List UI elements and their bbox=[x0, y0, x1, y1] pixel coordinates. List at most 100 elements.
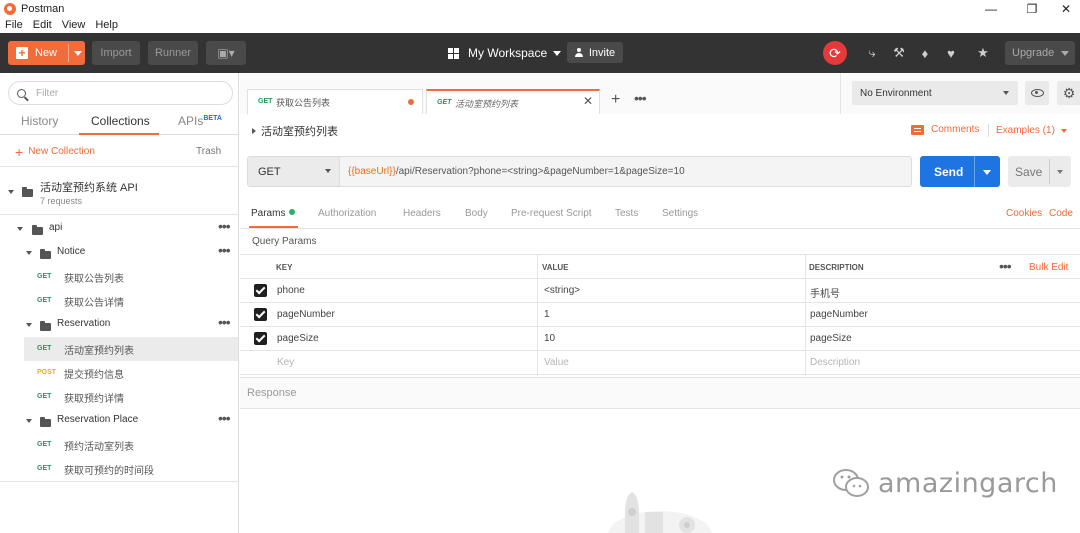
collection-name: 活动室预约系统 API bbox=[40, 182, 138, 194]
examples-dropdown[interactable]: Examples (1) bbox=[996, 125, 1067, 136]
bell-icon[interactable]: ♦ bbox=[917, 45, 933, 61]
more-options-icon[interactable]: ••• bbox=[218, 218, 231, 234]
runner-button[interactable]: Runner bbox=[148, 41, 198, 65]
url-input[interactable]: {{baseUrl}}/api/Reservation?phone=<strin… bbox=[348, 166, 685, 177]
tab-tests[interactable]: Tests bbox=[615, 208, 638, 219]
checkbox-checked[interactable] bbox=[254, 332, 267, 345]
minimize-icon[interactable]: — bbox=[973, 0, 1009, 17]
environment-quick-look-button[interactable] bbox=[1025, 81, 1049, 105]
menu-view[interactable]: View bbox=[62, 19, 86, 31]
wrench-icon[interactable]: ⚒ bbox=[891, 45, 907, 61]
tab-params[interactable]: Params bbox=[251, 208, 296, 219]
send-button[interactable]: Send bbox=[920, 156, 1000, 187]
more-options-icon[interactable]: ••• bbox=[218, 410, 231, 426]
more-options-icon[interactable]: ••• bbox=[218, 242, 231, 258]
satellite-icon[interactable]: ⤷ bbox=[864, 45, 880, 61]
new-button[interactable]: + New bbox=[8, 41, 85, 65]
upgrade-button[interactable]: Upgrade bbox=[1005, 41, 1075, 65]
close-window-icon[interactable]: ✕ bbox=[1048, 0, 1080, 17]
comments-button[interactable]: Comments bbox=[911, 124, 979, 135]
new-dropdown-chevron-icon[interactable] bbox=[74, 51, 82, 56]
filter-input[interactable]: Filter bbox=[8, 81, 233, 105]
request-item[interactable]: POST 提交预约信息 bbox=[24, 361, 238, 385]
code-link[interactable]: Code bbox=[1049, 208, 1073, 219]
workspace-selector[interactable]: My Workspace bbox=[448, 44, 562, 62]
key-input[interactable]: Key bbox=[277, 357, 294, 368]
request-tab-active[interactable]: GET 活动室预约列表 ✕ bbox=[426, 89, 600, 114]
request-tab[interactable]: GET 获取公告列表 bbox=[247, 89, 423, 114]
value-input[interactable]: Value bbox=[544, 357, 569, 368]
new-window-button[interactable]: ▣▾ bbox=[206, 41, 246, 65]
upgrade-label: Upgrade bbox=[1012, 47, 1055, 59]
tab-apis[interactable]: APIsBETA bbox=[178, 114, 222, 128]
invite-button[interactable]: Invite bbox=[567, 42, 623, 63]
method-badge: GET bbox=[437, 99, 452, 106]
plus-icon: + bbox=[16, 47, 28, 59]
param-key[interactable]: pageSize bbox=[277, 333, 319, 344]
request-tabs-bar: GET 获取公告列表 GET 活动室预约列表 ✕ bbox=[240, 73, 840, 114]
chevron-down-icon[interactable] bbox=[8, 190, 14, 194]
more-tabs-icon[interactable]: ••• bbox=[634, 90, 647, 106]
url-path: /api/Reservation?phone=<string>&pageNumb… bbox=[395, 166, 685, 177]
request-item[interactable]: GET 获取可预约的时间段 bbox=[24, 457, 238, 481]
active-tab-indicator bbox=[79, 133, 159, 135]
request-name: 预约活动室列表 bbox=[64, 442, 134, 453]
request-item[interactable]: GET 获取公告列表 bbox=[24, 265, 238, 289]
param-key[interactable]: phone bbox=[277, 285, 305, 296]
tab-pre-request-script[interactable]: Pre-request Script bbox=[511, 208, 592, 219]
close-tab-icon[interactable]: ✕ bbox=[583, 94, 593, 108]
method-badge: GET bbox=[37, 393, 52, 400]
send-dropdown-chevron-icon[interactable] bbox=[983, 170, 991, 175]
environment-select[interactable]: No Environment bbox=[852, 81, 1018, 105]
param-value[interactable]: 10 bbox=[544, 333, 555, 344]
tab-body[interactable]: Body bbox=[465, 208, 488, 219]
more-options-icon[interactable]: ••• bbox=[999, 258, 1012, 274]
cookies-link[interactable]: Cookies bbox=[1006, 208, 1042, 219]
param-key[interactable]: pageNumber bbox=[277, 309, 335, 320]
folder-reservation-place[interactable]: Reservation Place ••• bbox=[0, 409, 238, 433]
menu-help[interactable]: Help bbox=[95, 19, 118, 31]
request-item[interactable]: GET 获取预约详情 bbox=[24, 385, 238, 409]
request-item[interactable]: GET 获取公告详情 bbox=[24, 289, 238, 313]
sync-icon[interactable]: ⟳ bbox=[823, 41, 847, 65]
tab-authorization[interactable]: Authorization bbox=[318, 208, 376, 219]
chevron-down-icon bbox=[26, 323, 32, 327]
checkbox-checked[interactable] bbox=[254, 308, 267, 321]
save-button[interactable]: Save bbox=[1008, 156, 1071, 187]
manage-environments-button[interactable]: ⚙ bbox=[1057, 81, 1080, 105]
new-collection-button[interactable]: + New Collection bbox=[15, 145, 95, 159]
request-item[interactable]: GET 预约活动室列表 bbox=[24, 433, 238, 457]
param-description[interactable]: pageNumber bbox=[810, 309, 868, 320]
more-options-icon[interactable]: ••• bbox=[218, 314, 231, 330]
profile-icon[interactable]: ★ bbox=[975, 45, 991, 61]
user-plus-icon bbox=[574, 48, 583, 57]
menu-file[interactable]: File bbox=[5, 19, 23, 31]
param-description[interactable]: pageSize bbox=[810, 333, 852, 344]
new-tab-plus-icon[interactable]: + bbox=[611, 91, 620, 109]
tab-settings[interactable]: Settings bbox=[662, 208, 698, 219]
query-params-title: Query Params bbox=[252, 236, 317, 247]
bulk-edit-link[interactable]: Bulk Edit bbox=[1029, 262, 1068, 273]
menu-edit[interactable]: Edit bbox=[33, 19, 52, 31]
folder-notice[interactable]: Notice ••• bbox=[0, 241, 238, 265]
checkbox-checked[interactable] bbox=[254, 284, 267, 297]
save-dropdown-chevron-icon[interactable] bbox=[1057, 170, 1063, 174]
folder-reservation[interactable]: Reservation ••• bbox=[0, 313, 238, 337]
import-button[interactable]: Import bbox=[92, 41, 140, 65]
divider bbox=[988, 124, 989, 137]
tab-headers[interactable]: Headers bbox=[403, 208, 441, 219]
method-select[interactable]: GET bbox=[248, 157, 340, 186]
tab-collections[interactable]: Collections bbox=[91, 114, 150, 128]
maximize-icon[interactable]: ❐ bbox=[1014, 0, 1050, 17]
folder-api[interactable]: api ••• bbox=[0, 217, 238, 241]
heart-icon[interactable]: ♥ bbox=[943, 45, 959, 61]
param-description[interactable]: 手机号 bbox=[810, 285, 840, 300]
request-item-active[interactable]: GET 活动室预约列表 bbox=[24, 337, 238, 361]
trash-link[interactable]: Trash bbox=[196, 146, 221, 157]
param-value[interactable]: <string> bbox=[544, 285, 580, 296]
tab-history[interactable]: History bbox=[21, 114, 58, 128]
request-title[interactable]: 活动室预约列表 bbox=[252, 123, 338, 139]
watermark-text: amazingarch bbox=[878, 467, 1058, 499]
param-value[interactable]: 1 bbox=[544, 309, 550, 320]
description-input[interactable]: Description bbox=[810, 357, 860, 368]
